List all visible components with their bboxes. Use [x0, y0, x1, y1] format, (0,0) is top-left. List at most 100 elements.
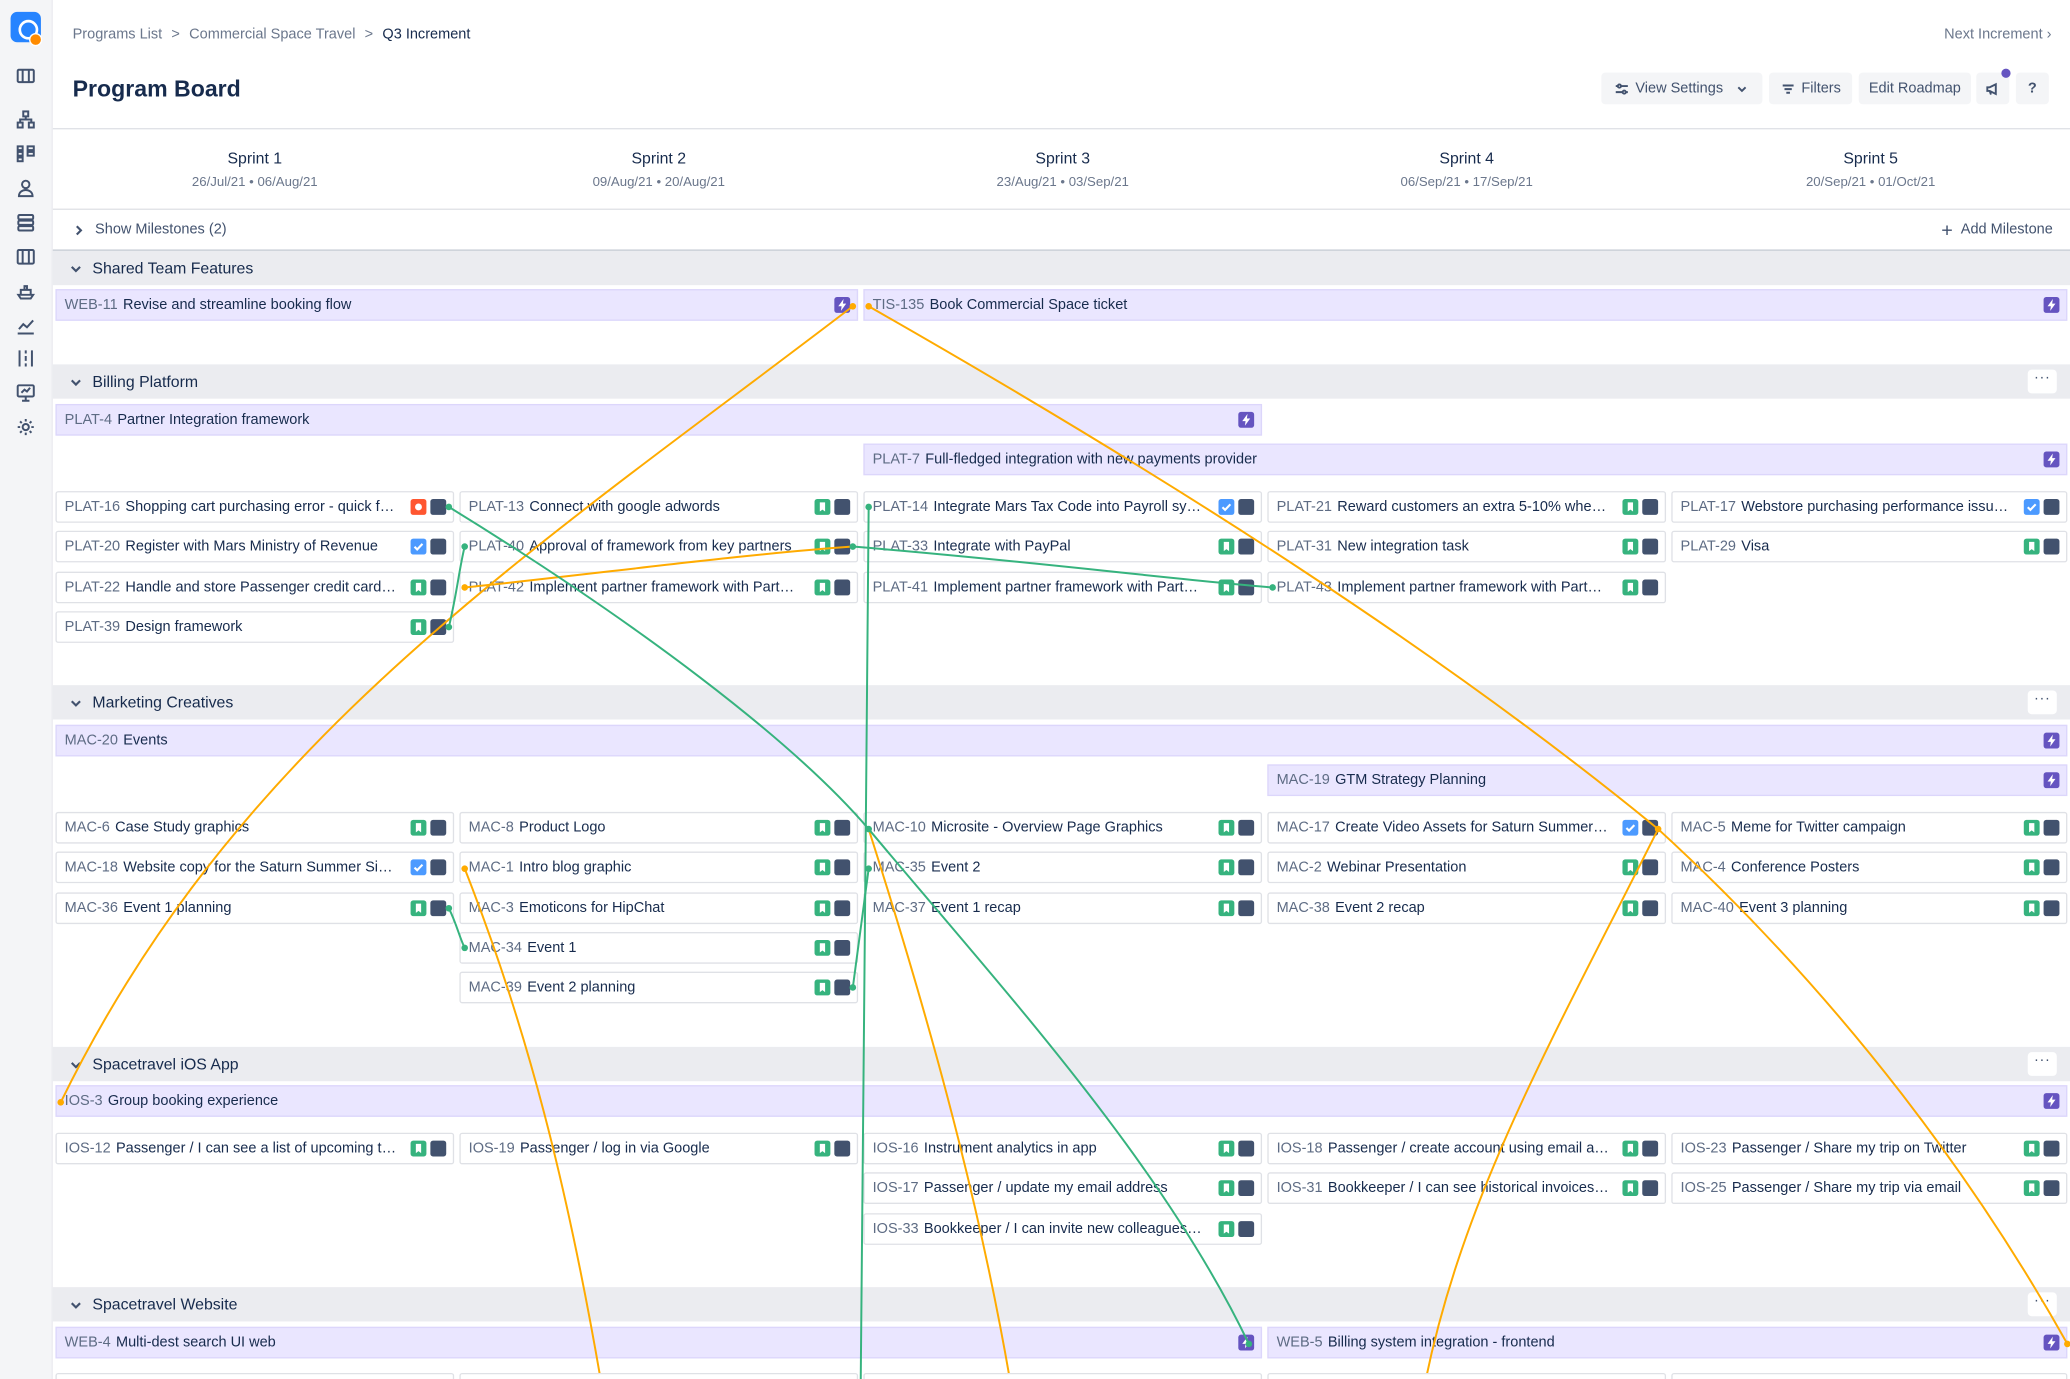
team-more-menu-button[interactable]: ···: [2027, 1052, 2057, 1076]
view-settings-button[interactable]: View Settings: [1601, 72, 1763, 105]
breadcrumb-programs-list[interactable]: Programs List: [73, 26, 163, 42]
assignee-avatar[interactable]: [834, 859, 851, 876]
assignee-avatar[interactable]: [430, 619, 447, 635]
issue-card[interactable]: IOS-33 Bookkeeper / I can invite new coll…: [863, 1213, 1263, 1245]
team-row-shared-team-features[interactable]: Shared Team Features: [52, 250, 2070, 286]
issue-card[interactable]: MAC-18 Website copy for the Saturn Summer…: [55, 851, 455, 884]
assignee-avatar[interactable]: [834, 939, 851, 956]
feature-bar[interactable]: WEB-11 Revise and streamline booking flow: [55, 289, 859, 321]
board-icon[interactable]: [15, 65, 36, 86]
team-more-menu-button[interactable]: ···: [2027, 1292, 2057, 1317]
assignee-avatar[interactable]: [834, 979, 851, 996]
issue-card[interactable]: IOS-12 Passenger / I can see a list of up…: [55, 1132, 455, 1165]
chevron-down-icon[interactable]: [70, 1298, 83, 1310]
issue-card-partial[interactable]: [1671, 1372, 2068, 1379]
issue-card[interactable]: MAC-5 Meme for Twitter campaign: [1671, 811, 2068, 844]
team-more-menu-button[interactable]: ···: [2027, 690, 2057, 715]
assignee-avatar[interactable]: [1238, 1140, 1255, 1157]
assignee-avatar[interactable]: [1238, 859, 1255, 876]
feature-bar[interactable]: WEB-5 Billing system integration - fronte…: [1267, 1326, 2068, 1359]
issue-card[interactable]: PLAT-16 Shopping cart purchasing error - …: [55, 491, 455, 523]
ship-icon[interactable]: [15, 280, 36, 301]
assignee-avatar[interactable]: [2043, 1140, 2060, 1157]
team-row-marketing-creatives[interactable]: Marketing Creatives ···: [52, 685, 2070, 720]
issue-card[interactable]: IOS-17 Passenger / update my email addres…: [863, 1172, 1263, 1204]
hierarchy-icon[interactable]: [15, 108, 36, 129]
issue-card[interactable]: PLAT-40 Approval of framework from key pa…: [459, 530, 859, 563]
assignee-avatar[interactable]: [1238, 1180, 1255, 1197]
assignee-avatar[interactable]: [834, 819, 851, 836]
assignee-avatar[interactable]: [1642, 819, 1659, 836]
issue-card[interactable]: PLAT-29 Visa: [1671, 530, 2068, 563]
add-milestone-button[interactable]: + Add Milestone: [1941, 220, 2053, 240]
assignee-avatar[interactable]: [1642, 859, 1659, 876]
issue-card[interactable]: PLAT-43 Implement partner framework with …: [1267, 571, 1667, 604]
assignee-avatar[interactable]: [1642, 1180, 1659, 1197]
assignee-avatar[interactable]: [430, 499, 447, 515]
feature-bar[interactable]: MAC-20 Events: [55, 724, 2068, 757]
assignee-avatar[interactable]: [2043, 538, 2060, 555]
issue-card[interactable]: PLAT-42 Implement partner framework with …: [459, 571, 859, 604]
feature-bar[interactable]: WEB-4 Multi-dest search UI web: [55, 1326, 1263, 1359]
assignee-avatar[interactable]: [1238, 819, 1255, 836]
issue-card[interactable]: IOS-23 Passenger / Share my trip on Twitt…: [1671, 1132, 2068, 1165]
assignee-avatar[interactable]: [430, 579, 447, 596]
issue-card[interactable]: PLAT-39 Design framework: [55, 611, 455, 643]
issue-card-partial[interactable]: [55, 1372, 455, 1379]
assignee-avatar[interactable]: [1642, 900, 1659, 917]
database-icon[interactable]: [15, 211, 36, 232]
issue-card[interactable]: MAC-36 Event 1 planning: [55, 892, 455, 925]
issue-card[interactable]: PLAT-21 Reward customers an extra 5-10% w…: [1267, 491, 1667, 523]
team-row-spacetravel-ios-app[interactable]: Spacetravel iOS App ···: [52, 1046, 2070, 1082]
assignee-avatar[interactable]: [2043, 819, 2060, 836]
assignee-avatar[interactable]: [2043, 499, 2060, 515]
issue-card[interactable]: MAC-34 Event 1: [459, 932, 859, 964]
assignee-avatar[interactable]: [430, 859, 447, 876]
issue-card[interactable]: PLAT-14 Integrate Mars Tax Code into Payr…: [863, 491, 1263, 523]
edit-roadmap-button[interactable]: Edit Roadmap: [1858, 72, 1971, 105]
issue-card-partial[interactable]: [863, 1372, 1263, 1379]
help-button[interactable]: ?: [2015, 72, 2049, 105]
issue-card[interactable]: MAC-10 Microsite - Overview Page Graphics: [863, 811, 1263, 844]
issue-card[interactable]: PLAT-20 Register with Mars Ministry of Re…: [55, 530, 455, 563]
filters-button[interactable]: Filters: [1769, 72, 1853, 105]
assignee-avatar[interactable]: [430, 819, 447, 836]
feature-bar[interactable]: PLAT-4 Partner Integration framework: [55, 403, 1263, 436]
issue-card[interactable]: PLAT-13 Connect with google adwords: [459, 491, 859, 523]
assignee-avatar[interactable]: [1238, 1221, 1255, 1237]
issue-card[interactable]: MAC-38 Event 2 recap: [1267, 892, 1667, 925]
program-board-icon[interactable]: [15, 246, 36, 267]
issue-card[interactable]: IOS-25 Passenger / Share my trip via emai…: [1671, 1172, 2068, 1204]
assignee-avatar[interactable]: [430, 1140, 447, 1157]
assignee-avatar[interactable]: [1238, 538, 1255, 555]
issue-card-partial[interactable]: [1267, 1372, 1667, 1379]
next-increment-link[interactable]: Next Increment ›: [1944, 26, 2051, 42]
assignee-avatar[interactable]: [834, 579, 851, 596]
assignee-avatar[interactable]: [1642, 499, 1659, 515]
assignee-avatar[interactable]: [1642, 538, 1659, 555]
issue-card[interactable]: MAC-3 Emoticons for HipChat: [459, 892, 859, 925]
chevron-down-icon[interactable]: [70, 696, 83, 708]
team-row-spacetravel-website[interactable]: Spacetravel Website ···: [52, 1287, 2070, 1322]
issue-card[interactable]: IOS-16 Instrument analytics in app: [863, 1132, 1263, 1165]
settings-gear-icon[interactable]: [15, 416, 36, 437]
people-icon[interactable]: [15, 177, 36, 198]
assignee-avatar[interactable]: [834, 499, 851, 515]
assignee-avatar[interactable]: [430, 900, 447, 917]
issue-card[interactable]: PLAT-41 Implement partner framework with …: [863, 571, 1263, 604]
feature-bar[interactable]: IOS-3 Group booking experience: [55, 1085, 2068, 1117]
issue-card[interactable]: MAC-1 Intro blog graphic: [459, 851, 859, 884]
feature-bar[interactable]: PLAT-7 Full-fledged integration with new …: [863, 443, 2068, 476]
issue-card[interactable]: MAC-37 Event 1 recap: [863, 892, 1263, 925]
issue-card[interactable]: MAC-40 Event 3 planning: [1671, 892, 2068, 925]
issue-card[interactable]: MAC-4 Conference Posters: [1671, 851, 2068, 884]
assignee-avatar[interactable]: [1238, 579, 1255, 596]
issue-card[interactable]: PLAT-22 Handle and store Passenger credit…: [55, 571, 455, 604]
assignee-avatar[interactable]: [1642, 579, 1659, 596]
reports-chart-icon[interactable]: [15, 314, 36, 335]
assignee-avatar[interactable]: [2043, 859, 2060, 876]
issue-card[interactable]: MAC-2 Webinar Presentation: [1267, 851, 1667, 884]
chevron-down-icon[interactable]: [70, 262, 83, 274]
team-more-menu-button[interactable]: ···: [2027, 369, 2057, 394]
feature-bar[interactable]: MAC-19 GTM Strategy Planning: [1267, 764, 2068, 797]
